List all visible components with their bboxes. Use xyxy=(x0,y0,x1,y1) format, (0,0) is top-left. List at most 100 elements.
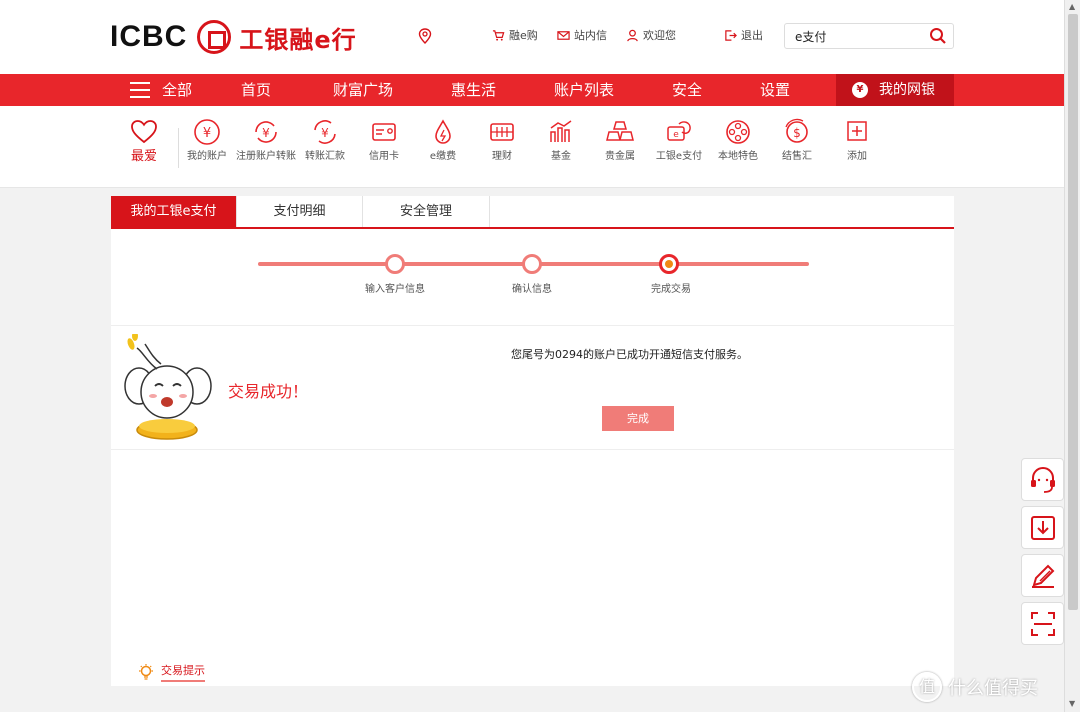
nav-home[interactable]: 首页 xyxy=(241,74,271,106)
svg-text:e: e xyxy=(673,130,679,140)
quick-add[interactable]: 添加 xyxy=(827,118,887,164)
step-2-dot xyxy=(522,254,542,274)
user-icon xyxy=(627,29,638,41)
quick-label: 贵金属 xyxy=(605,151,635,162)
nav-all[interactable]: 全部 xyxy=(162,74,192,106)
quick-menu: 最爱 ¥ 我的账户 ¥ 注册账户转账 ¥ 转账汇款 信用卡 e缴费 理财 基金 … xyxy=(0,106,1064,188)
scan-button[interactable] xyxy=(1021,602,1064,645)
logout-icon xyxy=(725,29,737,41)
quick-wealth[interactable]: 理财 xyxy=(472,118,532,164)
nav-messages-label: 站内信 xyxy=(574,29,607,42)
tab-security-management[interactable]: 安全管理 xyxy=(363,196,490,227)
quick-transfer[interactable]: ¥ 转账汇款 xyxy=(295,118,355,164)
vertical-scrollbar[interactable]: ▲ ▼ xyxy=(1064,0,1080,712)
tab-payment-details[interactable]: 支付明细 xyxy=(237,196,363,227)
quick-label: 信用卡 xyxy=(369,151,399,162)
success-message: 您尾号为0294的账户已成功开通短信支付服务。 xyxy=(511,348,748,361)
nav-wealth-plaza[interactable]: 财富广场 xyxy=(333,74,393,106)
icbc-logo[interactable]: ICBC 工银融e行 xyxy=(110,20,357,54)
epay-card: 我的工银e支付 支付明细 安全管理 输入客户信息 确认信息 完成交易 交易成功！… xyxy=(111,196,954,686)
nav-security[interactable]: 安全 xyxy=(672,74,702,106)
nav-shop-label: 融e购 xyxy=(509,29,538,42)
film-reel-icon xyxy=(726,120,750,144)
step-2-label: 确认信息 xyxy=(512,284,552,295)
tab-bar: 我的工银e支付 支付明细 安全管理 xyxy=(111,196,954,229)
search-input[interactable] xyxy=(793,25,923,47)
quick-label: 工银e支付 xyxy=(655,151,703,162)
nav-life[interactable]: 惠生活 xyxy=(451,74,496,106)
watermark-text: 什么值得买 xyxy=(948,678,1038,699)
nav-welcome[interactable]: 欢迎您 xyxy=(626,27,676,43)
quick-label: 我的账户 xyxy=(187,151,227,162)
quick-my-account[interactable]: ¥ 我的账户 xyxy=(177,118,237,164)
step-1-dot xyxy=(385,254,405,274)
location-pin-icon[interactable] xyxy=(418,28,432,44)
icbc-seal-icon xyxy=(197,20,232,54)
quick-label: 本地特色 xyxy=(718,151,758,162)
nav-logout[interactable]: 退出 xyxy=(724,27,763,43)
quick-fund[interactable]: 基金 xyxy=(531,118,591,164)
svg-text:¥: ¥ xyxy=(262,126,270,140)
headset-icon xyxy=(1031,467,1055,493)
tab-my-epay[interactable]: 我的工银e支付 xyxy=(111,196,237,227)
scroll-down-icon[interactable]: ▼ xyxy=(1069,700,1077,708)
lightbulb-icon xyxy=(139,664,153,680)
site-watermark: 值 什么值得买 xyxy=(912,672,1038,702)
step-3-dot xyxy=(659,254,679,274)
svg-text:$: $ xyxy=(793,126,801,140)
download-button[interactable] xyxy=(1021,506,1064,549)
result-panel: 交易成功！ 您尾号为0294的账户已成功开通短信支付服务。 完成 xyxy=(111,325,954,450)
top-header: ICBC 工银融e行 融e购 站内信 欢迎您 退出 xyxy=(0,0,1064,74)
my-bank-label: 我的网银 xyxy=(879,82,935,98)
download-icon xyxy=(1031,516,1055,540)
quick-local-features[interactable]: 本地特色 xyxy=(708,118,768,164)
nav-messages[interactable]: 站内信 xyxy=(557,27,607,43)
svg-text:¥: ¥ xyxy=(203,126,211,141)
scroll-up-icon[interactable]: ▲ xyxy=(1069,3,1077,11)
step-1-label: 输入客户信息 xyxy=(365,284,425,295)
done-button[interactable]: 完成 xyxy=(602,406,674,431)
money-bag-icon: ¥ xyxy=(852,82,868,98)
logo-text-cn: 工银融e行 xyxy=(239,25,357,54)
svg-text:¥: ¥ xyxy=(321,126,329,140)
success-title: 交易成功！ xyxy=(228,382,309,401)
quick-favorite-label: 最爱 xyxy=(130,149,157,164)
drop-icon xyxy=(435,119,451,144)
search-box xyxy=(784,23,954,49)
scan-icon xyxy=(1031,612,1055,636)
quick-label: 理财 xyxy=(492,151,512,162)
step-3-label: 完成交易 xyxy=(651,284,691,295)
nav-logout-label: 退出 xyxy=(741,29,763,42)
yuan-transfer-icon: ¥ xyxy=(255,121,277,143)
quick-forex[interactable]: $ 结售汇 xyxy=(767,118,827,164)
quick-label: e缴费 xyxy=(429,151,457,162)
heart-icon xyxy=(131,120,157,144)
nav-accounts[interactable]: 账户列表 xyxy=(554,74,614,106)
nav-shop[interactable]: 融e购 xyxy=(492,27,538,43)
scroll-thumb[interactable] xyxy=(1068,14,1078,610)
quick-register-transfer[interactable]: ¥ 注册账户转账 xyxy=(236,118,296,164)
transaction-tip[interactable]: 交易提示 xyxy=(137,662,205,682)
quick-precious-metals[interactable]: 贵金属 xyxy=(590,118,650,164)
edit-pen-icon xyxy=(1032,564,1055,588)
tip-label: 交易提示 xyxy=(161,662,205,682)
nav-settings[interactable]: 设置 xyxy=(760,74,790,106)
fund-chart-icon xyxy=(550,120,572,142)
main-nav: 全部 首页 财富广场 惠生活 账户列表 安全 设置 ¥ 我的网银 xyxy=(0,74,1064,106)
quick-epay[interactable]: e 工银e支付 xyxy=(649,118,709,164)
search-icon[interactable] xyxy=(929,27,947,45)
quick-label: 转账汇款 xyxy=(305,151,345,162)
quick-label: 注册账户转账 xyxy=(236,151,296,162)
cart-icon xyxy=(492,29,505,41)
menu-icon[interactable] xyxy=(130,82,150,98)
gold-bars-icon xyxy=(606,121,634,141)
epay-icon: e xyxy=(667,121,691,141)
quick-credit-card[interactable]: 信用卡 xyxy=(354,118,414,164)
customer-service-button[interactable] xyxy=(1021,458,1064,501)
quick-favorite[interactable]: 最爱 xyxy=(114,118,174,164)
feedback-button[interactable] xyxy=(1021,554,1064,597)
quick-e-payment[interactable]: e缴费 xyxy=(413,118,473,164)
quick-label: 添加 xyxy=(847,151,867,162)
mail-icon xyxy=(557,30,570,40)
my-bank-button[interactable]: ¥ 我的网银 xyxy=(836,74,954,106)
